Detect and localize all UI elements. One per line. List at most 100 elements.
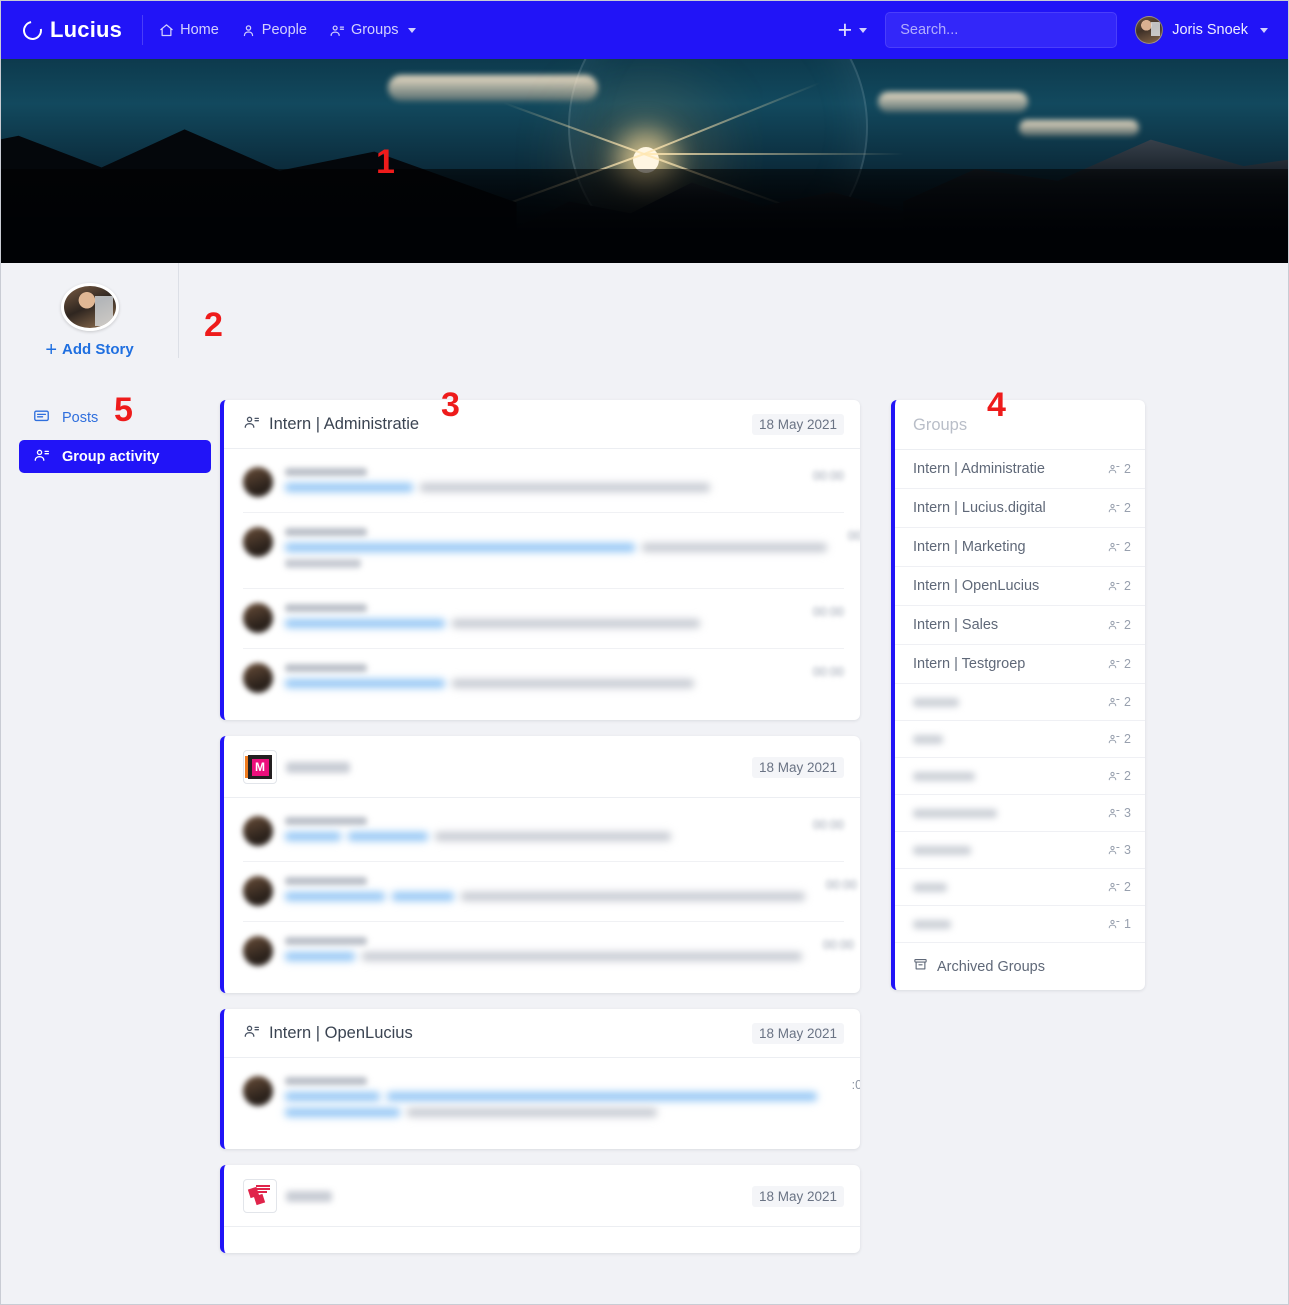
card-title[interactable] — [243, 1179, 332, 1213]
activity-row[interactable]: 00:00 — [243, 862, 857, 922]
user-menu[interactable]: Joris Snoek — [1135, 16, 1268, 44]
card-date: 18 May 2021 — [751, 414, 844, 435]
activity-text — [285, 603, 792, 635]
brand-logo[interactable]: Lucius — [15, 16, 123, 44]
avatar — [243, 936, 273, 966]
activity-line — [285, 1092, 817, 1101]
activity-link[interactable] — [285, 952, 355, 961]
lucius-circle-icon — [19, 16, 46, 44]
group-list-item[interactable]: 1 — [895, 906, 1145, 943]
member-count: 3 — [1107, 806, 1131, 820]
search-box[interactable] — [885, 12, 1118, 48]
activity-link[interactable] — [285, 619, 445, 628]
add-content-button[interactable]: + — [838, 18, 868, 43]
card-date: 18 May 2021 — [751, 1185, 844, 1207]
member-count: 2 — [1107, 732, 1131, 746]
group-list-item[interactable]: 2 — [895, 758, 1145, 795]
nav-item-groups[interactable]: Groups — [329, 22, 416, 38]
group-list-item[interactable]: Intern | Administratie 2 — [895, 450, 1145, 489]
activity-time: :05 — [851, 1078, 860, 1092]
sidebar-item-group-activity[interactable]: Group activity — [19, 440, 211, 473]
sidebar-item-posts[interactable]: Posts — [19, 401, 211, 435]
chevron-down-icon — [1260, 27, 1268, 33]
brand-name: Lucius — [50, 17, 123, 42]
group-list-item[interactable]: 3 — [895, 832, 1145, 869]
activity-row[interactable]: 00:00 — [243, 649, 844, 708]
activity-text — [285, 936, 802, 968]
card-title[interactable]: Intern | Administratie — [243, 414, 419, 435]
comment-icon — [33, 408, 50, 429]
activity-row[interactable]: 00:00 — [243, 513, 860, 589]
archived-groups-link[interactable]: Archived Groups — [895, 943, 1145, 990]
activity-row[interactable]: 00:00 — [243, 922, 854, 981]
group-name: Intern | OpenLucius — [913, 578, 1040, 594]
activity-link[interactable] — [285, 892, 385, 901]
activity-link[interactable] — [285, 832, 341, 841]
activity-text — [285, 663, 792, 695]
card-title[interactable]: M — [243, 750, 350, 784]
member-count: 2 — [1107, 462, 1131, 476]
activity-card: Intern | Administratie 18 May 2021 00:00… — [220, 400, 860, 720]
group-list-item[interactable]: Intern | Testgroep 2 — [895, 645, 1145, 684]
group-list-item[interactable]: 2 — [895, 721, 1145, 758]
activity-line — [285, 543, 827, 552]
home-icon — [159, 23, 174, 38]
search-input[interactable] — [900, 22, 1103, 38]
nav-item-people[interactable]: People — [241, 22, 307, 38]
member-count-value: 2 — [1124, 732, 1131, 746]
activity-link[interactable] — [387, 1092, 817, 1101]
avatar — [243, 467, 273, 497]
card-title[interactable]: Intern | OpenLucius — [243, 1023, 413, 1044]
activity-link[interactable] — [285, 483, 413, 492]
member-count: 2 — [1107, 501, 1131, 515]
activity-author — [285, 877, 367, 885]
activity-text — [285, 876, 805, 908]
member-count-value: 2 — [1124, 695, 1131, 709]
member-count-value: 2 — [1124, 501, 1131, 515]
activity-row[interactable]: 00:00 — [243, 589, 844, 649]
card-header: Intern | OpenLucius 18 May 2021 — [224, 1009, 860, 1058]
activity-text — [285, 527, 827, 575]
group-list-item[interactable]: 2 — [895, 684, 1145, 721]
nav-item-home-label: Home — [180, 22, 219, 38]
nav-item-home[interactable]: Home — [159, 22, 219, 38]
card-body: 00:00 00:00 — [224, 798, 860, 993]
group-list-item[interactable]: Intern | Sales 2 — [895, 606, 1145, 645]
group-list-item[interactable]: Intern | Marketing 2 — [895, 528, 1145, 567]
chevron-down-icon — [859, 27, 868, 33]
activity-link[interactable] — [285, 1108, 400, 1117]
group-list-item[interactable]: 3 — [895, 795, 1145, 832]
activity-row[interactable]: :05 — [243, 1062, 860, 1137]
activity-link[interactable] — [285, 1092, 380, 1101]
group-list-item[interactable]: Intern | OpenLucius 2 — [895, 567, 1145, 606]
group-list-item[interactable]: Intern | Lucius.digital 2 — [895, 489, 1145, 528]
activity-meta — [461, 892, 805, 901]
member-count-value: 2 — [1124, 880, 1131, 894]
group-logo-red-icon — [243, 1179, 277, 1213]
card-title-text — [286, 1190, 332, 1202]
activity-text — [285, 467, 792, 499]
activity-link[interactable] — [285, 679, 445, 688]
banner-cloud — [877, 91, 1028, 112]
sidebar-item-posts-label: Posts — [62, 410, 99, 426]
activity-link[interactable] — [285, 543, 635, 552]
activity-meta — [435, 832, 671, 841]
member-count-value: 2 — [1124, 462, 1131, 476]
avatar[interactable] — [60, 283, 119, 331]
app-page: Lucius Home People Groups + Search... Jo… — [0, 0, 1289, 1305]
left-nav: Posts Group activity — [19, 401, 211, 473]
plus-icon: + — [45, 338, 57, 361]
member-count-value: 2 — [1124, 618, 1131, 632]
activity-text — [285, 1076, 817, 1124]
activity-row[interactable]: 00:00 — [243, 453, 844, 513]
activity-row[interactable]: 00:00 — [243, 802, 844, 862]
activity-card: Intern | OpenLucius 18 May 2021: — [220, 1009, 860, 1149]
group-name: Intern | Testgroep — [913, 656, 1026, 672]
main-content: Posts Group activity 5 Intern | Administ… — [1, 386, 1288, 1304]
group-list-item[interactable]: 2 — [895, 869, 1145, 906]
member-count-value: 1 — [1124, 917, 1131, 931]
activity-link[interactable] — [392, 892, 454, 901]
activity-link[interactable] — [348, 832, 428, 841]
add-story-button[interactable]: + Add Story — [45, 338, 133, 361]
banner-cloud — [387, 75, 598, 102]
